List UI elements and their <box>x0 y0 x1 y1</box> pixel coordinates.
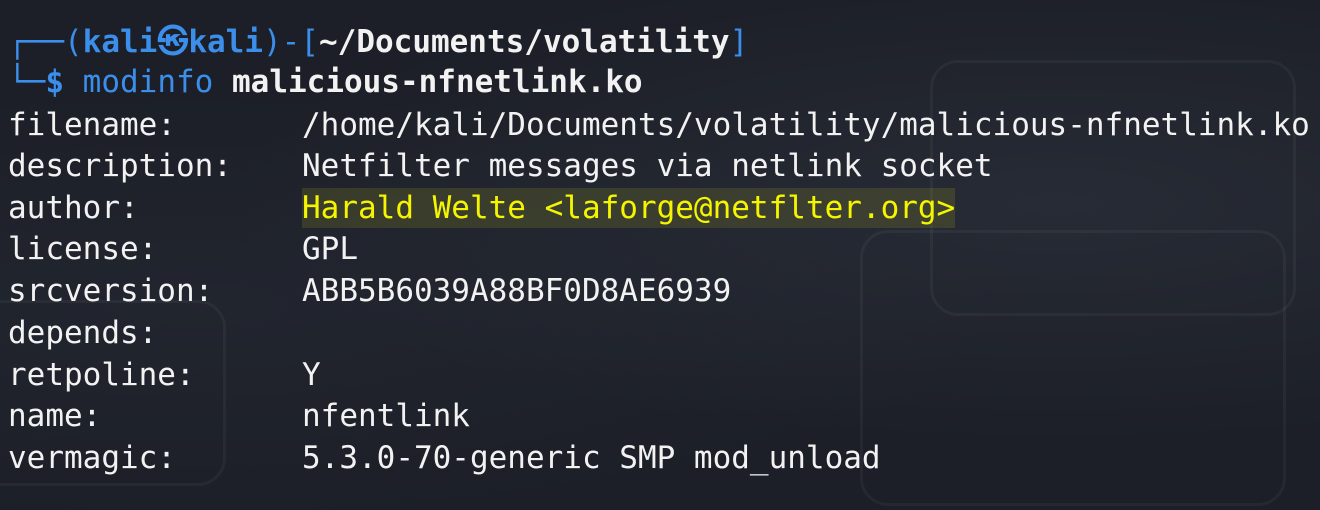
output-row-vermagic: vermagic: 5.3.0-70-generic SMP mod_unloa… <box>8 438 881 478</box>
prompt-dollar: $ <box>45 64 64 100</box>
prompt-host: kali <box>188 24 263 60</box>
wallpaper-shape <box>860 230 1286 506</box>
field-key: srcversion: <box>8 273 214 309</box>
prompt-corner-top: ┌── <box>8 24 64 60</box>
prompt-line-1: ┌──(kali㉿kali)-[~/Documents/volatility] <box>8 24 749 60</box>
output-row-srcversion: srcversion: ABB5B6039A88BF0D8AE6939 <box>8 271 731 311</box>
field-value: Netfilter messages via netlink socket <box>302 148 993 184</box>
prompt-line-2: └─$ modinfo malicious-nfnetlink.ko <box>8 62 643 102</box>
terminal-window[interactable]: ┌──(kali㉿kali)-[~/Documents/volatility] … <box>0 0 1320 510</box>
field-value: ABB5B6039A88BF0D8AE6939 <box>302 273 732 309</box>
field-value: nfentlink <box>302 398 470 434</box>
prompt-cwd: ~/Documents/volatility <box>319 24 730 60</box>
field-value: GPL <box>302 231 358 267</box>
field-value: 5.3.0-70-generic SMP mod_unload <box>302 440 881 476</box>
field-key: description: <box>8 148 232 184</box>
output-row-retpoline: retpoline: Y <box>8 355 321 395</box>
field-key: author: <box>8 190 139 226</box>
output-row-filename: filename: /home/kali/Documents/volatilit… <box>8 105 1310 145</box>
command-argument: malicious-nfnetlink.ko <box>232 64 643 100</box>
field-key: filename: <box>8 107 176 143</box>
field-key: vermagic: <box>8 440 176 476</box>
field-value-highlighted: Harald Welte <laforge@netflter.org> <box>302 188 956 228</box>
field-key: retpoline: <box>8 357 195 393</box>
output-row-author: author: Harald Welte <laforge@netflter.o… <box>8 188 956 228</box>
field-key: depends: <box>8 315 158 351</box>
output-row-license: license: GPL <box>8 229 358 269</box>
field-value: Y <box>302 357 321 393</box>
command-name: modinfo <box>82 64 214 100</box>
prompt-corner-bottom: └─ <box>8 64 46 100</box>
prompt-user: kali <box>82 24 158 60</box>
output-row-name: name: nfentlink <box>8 396 470 436</box>
output-row-depends: depends: <box>8 313 157 353</box>
prompt-at-symbol: ㉿ <box>157 24 189 60</box>
field-key: license: <box>8 231 158 267</box>
field-value: /home/kali/Documents/volatility/maliciou… <box>302 107 1310 143</box>
output-row-description: description: Netfilter messages via netl… <box>8 146 993 186</box>
field-key: name: <box>8 398 102 434</box>
